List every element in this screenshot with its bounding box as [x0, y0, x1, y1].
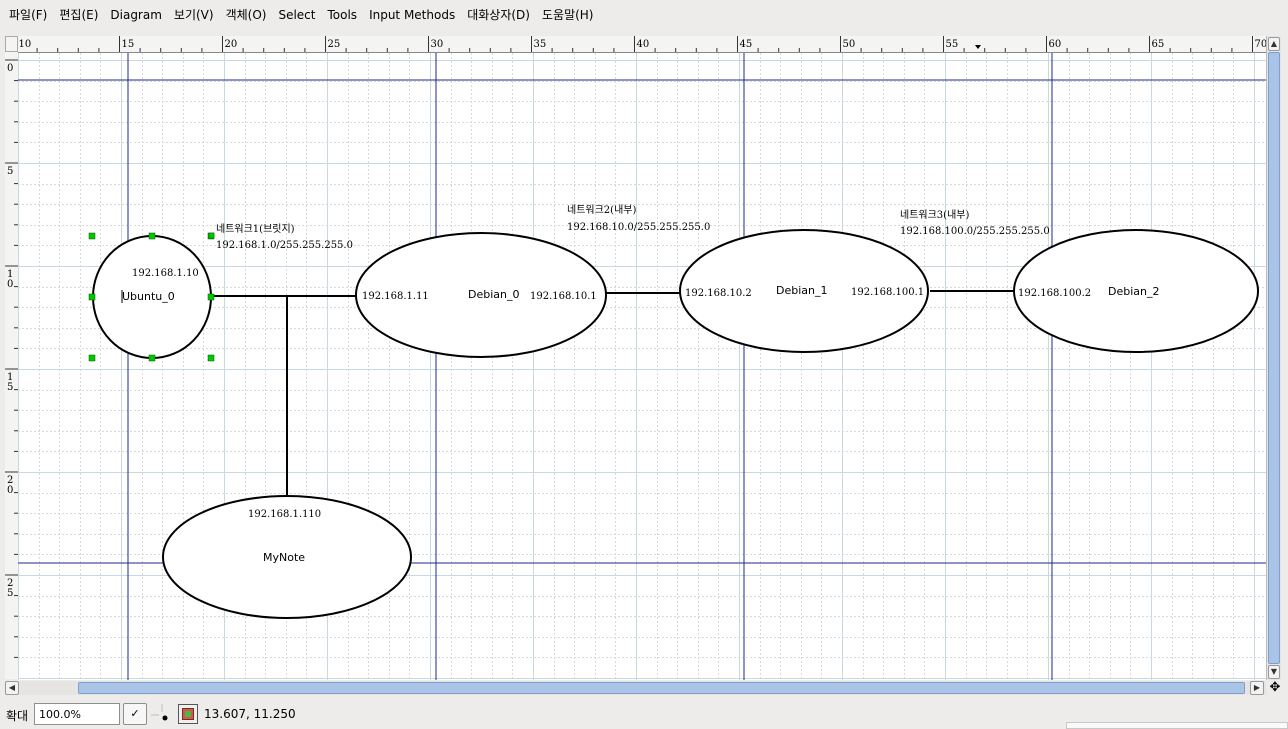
horizontal-scrollbar[interactable]: ◀ ▶ — [5, 681, 1266, 695]
menu-view[interactable]: 보기(V) — [168, 0, 220, 31]
network-name: 네트워크3(내부) — [900, 208, 969, 221]
diagram-svg[interactable]: 192.168.1.10 Ubuntu_0 192.168.1.11 Debia… — [18, 53, 1266, 680]
ruler-label: 5 — [7, 382, 13, 393]
menu-file[interactable]: 파일(F) — [0, 0, 53, 31]
resize-handle[interactable] — [207, 293, 215, 301]
ruler-label: 0 — [7, 485, 13, 496]
network-label-2[interactable]: 네트워크2(내부) 192.168.10.0/255.255.255.0 — [567, 203, 710, 233]
ruler-label: 60 — [1049, 39, 1062, 50]
menu-dialogs[interactable]: 대화상자(D) — [461, 0, 536, 31]
cursor-coordinates: 13.607, 11.250 — [204, 707, 296, 721]
node-ip: 192.168.1.110 — [248, 509, 321, 520]
resize-handle[interactable] — [148, 354, 156, 362]
ruler-label: 5 — [7, 588, 13, 599]
vertical-scroll-thumb[interactable] — [1268, 52, 1280, 664]
node-ip-right: 192.168.10.1 — [530, 291, 597, 302]
vertical-scrollbar[interactable]: ▲ ▼ — [1266, 36, 1281, 680]
zoom-label: 확대 — [6, 709, 29, 723]
menu-input-methods[interactable]: Input Methods — [363, 0, 461, 31]
ruler-label: 55 — [946, 39, 959, 50]
network-subnet: 192.168.10.0/255.255.255.0 — [567, 222, 710, 233]
network-label-handle[interactable] — [208, 232, 215, 239]
node-name: Debian_0 — [468, 288, 520, 301]
node-mynote[interactable]: 192.168.1.110 MyNote — [162, 495, 412, 619]
resize-handle[interactable] — [148, 232, 156, 240]
scroll-left-icon[interactable]: ◀ — [5, 681, 19, 695]
resize-handle[interactable] — [88, 293, 96, 301]
ruler-label: 0 — [7, 279, 13, 290]
node-ip: 192.168.100.2 — [1018, 288, 1091, 299]
ruler-label: 10 — [19, 39, 32, 50]
ruler-label: 50 — [843, 39, 856, 50]
network-subnet: 192.168.100.0/255.255.255.0 — [900, 226, 1050, 237]
menubar: 파일(F) 편집(E) Diagram 보기(V) 객체(O) Select T… — [0, 0, 1288, 31]
scroll-up-icon[interactable]: ▲ — [1268, 37, 1280, 51]
vertical-ruler-graphic: 0510152025 — [5, 59, 18, 658]
ruler-label: 15 — [122, 39, 135, 50]
resize-handle[interactable] — [88, 232, 96, 240]
ruler-label: 30 — [431, 39, 444, 50]
node-name: Ubuntu_0 — [122, 290, 175, 303]
node-debian-1[interactable]: 192.168.10.2 Debian_1 192.168.100.1 — [679, 229, 929, 353]
network-name: 네트워크1(브릿지) — [216, 222, 295, 235]
network-label-1[interactable]: 네트워크1(브릿지) 192.168.1.0/255.255.255.0 — [208, 222, 353, 251]
vertical-ruler: 0510152025 — [5, 52, 19, 679]
ruler-label: 70 — [1255, 39, 1267, 50]
node-name: MyNote — [263, 551, 305, 564]
resize-handle[interactable] — [88, 354, 96, 362]
ruler-label: 20 — [225, 39, 238, 50]
snap-object-icon[interactable] — [178, 704, 198, 724]
menu-tools[interactable]: Tools — [322, 0, 364, 31]
status-popup — [1066, 722, 1288, 729]
resize-handle[interactable] — [207, 354, 215, 362]
node-name: Debian_2 — [1108, 285, 1160, 298]
node-debian-0[interactable]: 192.168.1.11 Debian_0 192.168.10.1 — [355, 232, 607, 358]
grid-icon[interactable] — [151, 704, 173, 726]
menu-objects[interactable]: 객체(O) — [220, 0, 273, 31]
ruler-label: 40 — [637, 39, 650, 50]
menu-edit[interactable]: 편집(E) — [53, 0, 104, 31]
node-name: Debian_1 — [776, 284, 828, 297]
horizontal-scroll-thumb[interactable] — [78, 682, 1245, 694]
diagram-canvas[interactable]: 192.168.1.10 Ubuntu_0 192.168.1.11 Debia… — [18, 53, 1266, 680]
scroll-right-icon[interactable]: ▶ — [1250, 681, 1264, 695]
node-ubuntu-0[interactable]: 192.168.1.10 Ubuntu_0 — [88, 232, 215, 362]
ruler-label: 45 — [740, 39, 753, 50]
node-ip: 192.168.1.10 — [132, 268, 199, 279]
ruler-corner[interactable] — [5, 36, 18, 52]
node-ip-left: 192.168.10.2 — [685, 288, 752, 299]
menu-select[interactable]: Select — [272, 0, 321, 31]
network-name: 네트워크2(내부) — [567, 203, 636, 216]
menu-help[interactable]: 도움말(H) — [536, 0, 600, 31]
ruler-label: 25 — [328, 39, 341, 50]
statusbar: 확대 ✓ 13.607, 11.250 — [0, 700, 1288, 729]
network-subnet: 192.168.1.0/255.255.255.0 — [216, 240, 353, 251]
move-icon[interactable]: ✥ — [1268, 681, 1282, 695]
ruler-cursor-marker — [975, 45, 981, 49]
node-debian-2[interactable]: 192.168.100.2 Debian_2 — [1013, 229, 1259, 353]
node-ip-right: 192.168.100.1 — [851, 287, 924, 298]
horizontal-ruler-graphic: 10 15 20 25 30 35 40 45 50 55 60 65 70 — [19, 36, 1267, 52]
menu-diagram[interactable]: Diagram — [104, 0, 168, 31]
scroll-down-icon[interactable]: ▼ — [1268, 665, 1280, 679]
zoom-input[interactable] — [34, 703, 120, 725]
ruler-label: 0 — [7, 63, 13, 74]
node-ip-left: 192.168.1.11 — [362, 291, 429, 302]
chevron-down-icon[interactable]: ✓ — [123, 703, 147, 725]
ruler-label: 65 — [1152, 39, 1165, 50]
ruler-label: 35 — [534, 39, 547, 50]
horizontal-ruler: 10 15 20 25 30 35 40 45 50 55 60 65 70 — [18, 36, 1266, 53]
ruler-label: 5 — [7, 166, 13, 177]
